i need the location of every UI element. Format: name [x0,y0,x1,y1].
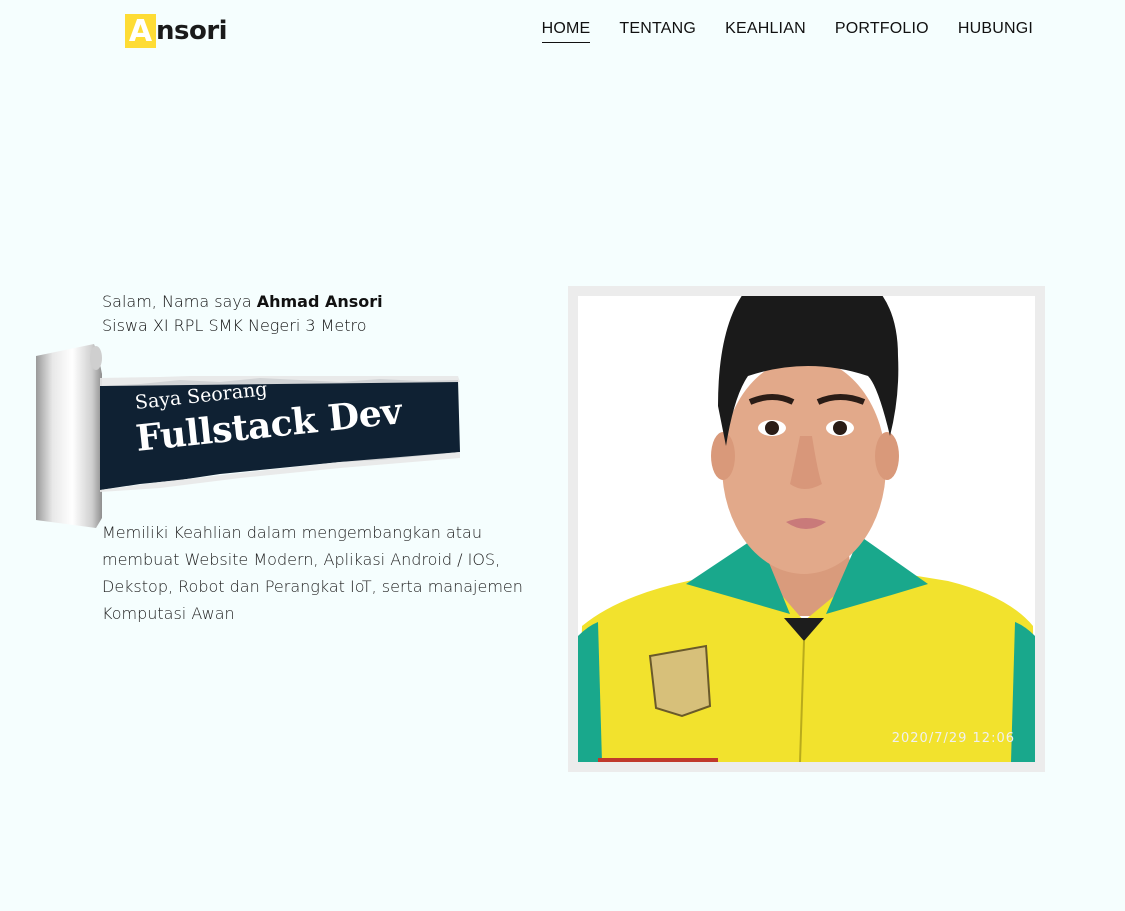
photo-timestamp: 2020/7/29 12:06 [891,731,1015,746]
nav-keahlian[interactable]: KEAHLIAN [725,20,806,43]
greeting: Salam, Nama saya Ahmad Ansori Siswa XI R… [102,290,383,338]
hero-description: Memiliki Keahlian dalam mengembangkan at… [102,523,523,623]
hero-subtitle: Siswa XI RPL SMK Negeri 3 Metro [102,316,367,335]
logo-mark: A [125,14,156,48]
portrait-illustration [578,296,1035,762]
nav-hubungi[interactable]: HUBUNGI [958,20,1033,43]
main-nav: HOME TENTANG KEAHLIAN PORTFOLIO HUBUNGI [541,20,1033,43]
hero-name: Ahmad Ansori [256,292,383,311]
greeting-prefix: Salam, Nama saya [102,292,257,311]
logo[interactable]: A nsori [125,14,228,48]
paper-roll-graphic [36,344,102,528]
nav-home[interactable]: HOME [541,20,591,43]
profile-photo: 2020/7/29 12:06 [578,296,1035,762]
nav-portfolio[interactable]: PORTFOLIO [835,20,929,43]
logo-text: nsori [156,16,228,46]
nav-tentang[interactable]: TENTANG [619,20,696,43]
